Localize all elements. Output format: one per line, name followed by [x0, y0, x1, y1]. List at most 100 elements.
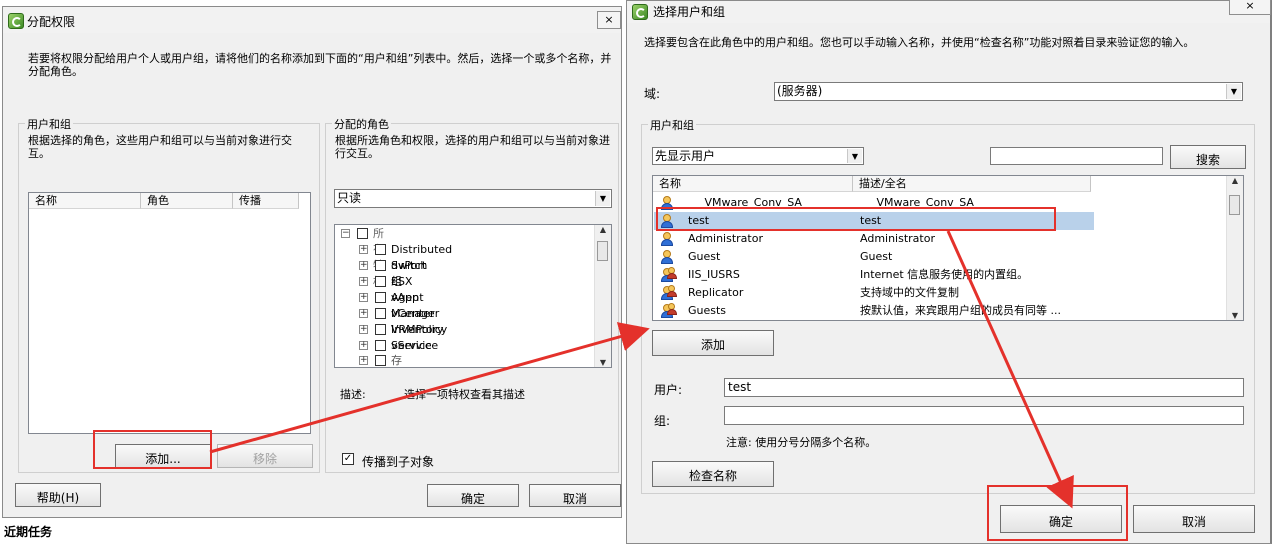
right-dialog-title: 选择用户和组	[653, 5, 726, 19]
tree-item-label: vApp	[391, 291, 419, 304]
scroll-thumb[interactable]	[1229, 195, 1240, 215]
tree-item-checkbox[interactable]	[375, 244, 386, 255]
assigned-users-list[interactable]: 名称 角色 传播	[28, 192, 311, 434]
column-role[interactable]: 角色	[141, 193, 233, 209]
chevron-down-icon: ▼	[847, 149, 862, 163]
cancel-button[interactable]: 取消	[529, 484, 621, 507]
description-label: 描述:	[340, 388, 366, 401]
assigned-role-legend: 分配的角色	[332, 116, 391, 132]
tree-item-label: vService	[391, 339, 439, 352]
tree-item-checkbox[interactable]	[375, 308, 386, 319]
user-icon	[660, 231, 674, 247]
select-users-groups-dialog: 选择用户和组 × 选择要包含在此角色中的用户和组。您也可以手动输入名称，并使用“…	[626, 0, 1272, 544]
tree-item-checkbox[interactable]	[375, 276, 386, 287]
right-titlebar: 选择用户和组 ×	[627, 0, 1271, 23]
expand-icon[interactable]: +	[359, 245, 368, 254]
directory-scrollbar[interactable]: ▲ ▼	[1226, 176, 1243, 320]
note-text: 注意: 使用分号分隔多个名称。	[726, 436, 877, 449]
group-icon	[660, 267, 677, 283]
list-item-name: Guests	[688, 304, 727, 317]
scroll-down-icon[interactable]: ▼	[1227, 311, 1243, 320]
column-propagate[interactable]: 传播	[233, 193, 299, 209]
list-item-description: 按默认值，来宾跟用户组的成员有同等 ...	[860, 304, 1061, 317]
user-label: 用户:	[654, 383, 683, 397]
directory-list[interactable]: 名称 描述/全名 ___VMware_Conv_SA___ ___VMware_C…	[652, 175, 1244, 321]
group-icon	[660, 303, 677, 319]
expand-icon[interactable]: +	[359, 277, 368, 286]
group-label: 组:	[654, 414, 671, 428]
user-icon	[660, 249, 674, 265]
column-name[interactable]: 名称	[653, 176, 853, 192]
domain-label: 域:	[644, 87, 661, 101]
column-name[interactable]: 名称	[29, 193, 141, 209]
list-item[interactable]: Guest Guest	[654, 248, 1094, 266]
tree-scrollbar[interactable]: ▲ ▼	[594, 225, 611, 367]
close-button[interactable]: ×	[1229, 0, 1271, 15]
tree-item-checkbox[interactable]	[375, 324, 386, 335]
list-item[interactable]: Guests 按默认值，来宾跟用户组的成员有同等 ...	[654, 302, 1094, 320]
tree-root-checkbox[interactable]	[357, 228, 368, 239]
assigned-role-description: 根据所选角色和权限，选择的用户和组可以与当前对象进行交互。	[335, 134, 610, 160]
propagate-label: 传播到子对象	[362, 455, 435, 469]
expand-icon[interactable]: +	[359, 325, 368, 334]
list-item-description: Internet 信息服务使用的内置组。	[860, 268, 1029, 281]
expand-icon[interactable]: +	[359, 309, 368, 318]
chevron-down-icon: ▼	[1226, 84, 1241, 99]
scroll-up-icon[interactable]: ▲	[1227, 176, 1243, 185]
propagate-checkbox[interactable]: ✓	[342, 453, 354, 465]
help-button[interactable]: 帮助(H)	[15, 483, 101, 507]
tree-item-label: 存储视图	[391, 354, 402, 367]
list-item-name: Guest	[688, 250, 721, 263]
description-value: 选择一项特权查看其描述	[404, 388, 525, 401]
privileges-tree[interactable]: − 所有特权 +Distributed Switch +dvPort 组 +ES…	[334, 224, 612, 368]
expand-icon[interactable]: +	[359, 293, 368, 302]
list-item-name: Replicator	[688, 286, 744, 299]
users-groups-panel: 用户和组 先显示用户 ▼ 搜索 名称 描述/全名 ___VMware_Conv_…	[641, 117, 1255, 494]
list-item-description: Guest	[860, 250, 893, 263]
tree-item-checkbox[interactable]	[375, 292, 386, 303]
domain-select[interactable]: (服务器) ▼	[774, 82, 1243, 101]
expand-icon[interactable]: +	[359, 356, 368, 365]
list-item[interactable]: IIS_IUSRS Internet 信息服务使用的内置组。	[654, 266, 1094, 284]
scroll-down-icon[interactable]: ▼	[595, 358, 611, 367]
recent-tasks-label: 近期任务	[4, 525, 53, 539]
search-input[interactable]	[990, 147, 1163, 165]
scroll-thumb[interactable]	[597, 241, 608, 261]
search-button[interactable]: 搜索	[1170, 145, 1246, 169]
ok-button[interactable]: 确定	[427, 484, 519, 507]
highlight-test-row	[656, 207, 1056, 231]
tree-item-checkbox[interactable]	[375, 260, 386, 271]
assigned-role-panel: 分配的角色 根据所选角色和权限，选择的用户和组可以与当前对象进行交互。 只读 ▼…	[325, 116, 619, 473]
tree-item-label: VRMPolicy	[391, 323, 448, 336]
expand-icon[interactable]: +	[359, 341, 368, 350]
highlight-add-button	[93, 430, 212, 469]
chevron-down-icon: ▼	[595, 191, 610, 206]
tree-item-checkbox[interactable]	[375, 340, 386, 351]
scroll-up-icon[interactable]: ▲	[595, 225, 611, 234]
add-button[interactable]: 添加	[652, 330, 774, 356]
users-groups-legend: 用户和组	[648, 117, 696, 133]
users-groups-description: 根据选择的角色，这些用户和组可以与当前对象进行交互。	[28, 134, 292, 160]
close-button[interactable]: ×	[597, 11, 621, 29]
filter-select[interactable]: 先显示用户 ▼	[652, 147, 864, 165]
user-field[interactable]: test	[724, 378, 1244, 397]
left-instructions: 若要将权限分配给用户个人或用户组，请将他们的名称添加到下面的“用户和组”列表中。…	[28, 52, 612, 78]
column-description[interactable]: 描述/全名	[853, 176, 1091, 192]
right-instructions: 选择要包含在此角色中的用户和组。您也可以手动输入名称，并使用“检查名称”功能对照…	[644, 36, 1195, 49]
role-select[interactable]: 只读 ▼	[334, 189, 612, 208]
check-names-button[interactable]: 检查名称	[652, 461, 774, 487]
cancel-button[interactable]: 取消	[1133, 505, 1255, 533]
list-item-description: 支持域中的文件复制	[860, 286, 959, 299]
expand-icon[interactable]: +	[359, 261, 368, 270]
group-icon	[660, 285, 677, 301]
list-item-name: Administrator	[688, 232, 763, 245]
list-item-name: IIS_IUSRS	[688, 268, 740, 281]
collapse-icon[interactable]: −	[341, 229, 350, 238]
list-item[interactable]: Administrator Administrator	[654, 230, 1094, 248]
list-item[interactable]: Replicator 支持域中的文件复制	[654, 284, 1094, 302]
tree-item-checkbox[interactable]	[375, 355, 386, 366]
highlight-ok-button	[987, 485, 1128, 541]
remove-button[interactable]: 移除	[217, 444, 313, 468]
users-groups-legend: 用户和组	[25, 116, 73, 132]
group-field[interactable]	[724, 406, 1244, 425]
